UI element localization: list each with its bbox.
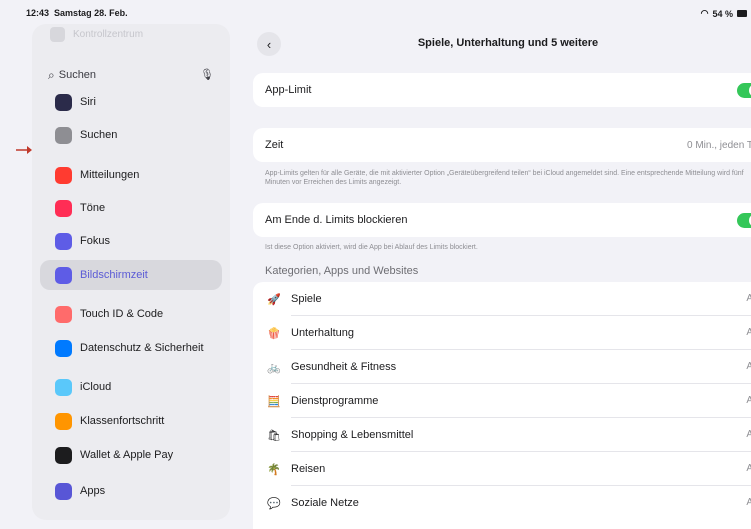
category-name: Dienstprogramme — [291, 395, 379, 407]
sidebar-item-label: Mitteilungen — [80, 169, 140, 181]
hand-icon — [55, 339, 72, 357]
status-right: ◠ 54 % — [701, 8, 747, 19]
category-name: Gesundheit & Fitness — [291, 361, 397, 373]
sidebar-item-label: Wallet & Apple Pay — [80, 449, 174, 461]
status-time: 12:43 Samstag 28. Feb. — [26, 8, 128, 18]
battery-percent: 54 % — [712, 8, 733, 19]
battery-icon — [737, 10, 747, 17]
notifications-icon — [55, 166, 72, 184]
category-row[interactable]: 🌴 Reisen Alle — [253, 452, 751, 486]
sidebar-item-icloud[interactable]: iCloud — [40, 372, 222, 402]
sidebar-item-kontrollzentrum[interactable]: Kontrollzentrum — [50, 27, 143, 42]
wifi-icon: ◠ — [700, 8, 709, 18]
sidebar-item-label: Siri — [80, 96, 96, 108]
sound-icon — [55, 199, 72, 217]
sidebar-item-wallet-apple-pay[interactable]: Wallet & Apple Pay — [40, 440, 222, 470]
block-toggle[interactable] — [737, 212, 751, 228]
sidebar-item-label: Suchen — [80, 129, 118, 141]
sidebar-item-fokus[interactable]: Fokus — [40, 226, 222, 256]
ipad-screen: 12:43 Samstag 28. Feb. ◠ 54 % Kontrollze… — [16, 0, 751, 529]
wallet-icon — [55, 446, 72, 464]
category-value: Alle — [746, 361, 751, 372]
cloud-icon — [55, 378, 72, 396]
category-row[interactable]: 🧮 Dienstprogramme Alle — [253, 384, 751, 418]
category-name: Reisen — [291, 463, 326, 475]
sidebar-item-label: Töne — [80, 202, 106, 214]
category-row[interactable]: 🚲 Gesundheit & Fitness Alle — [253, 350, 751, 384]
time-note: App-Limits gelten für alle Geräte, die m… — [265, 170, 744, 186]
sidebar-item-label: Touch ID & Code — [80, 308, 164, 320]
sidebar-item-mitteilungen[interactable]: Mitteilungen — [40, 160, 222, 190]
block-note: Ist diese Option aktiviert, wird die App… — [265, 244, 478, 251]
pointer-arrow-icon — [16, 146, 32, 154]
sidebar-item-label: Klassenfortschritt — [80, 415, 165, 427]
moon-icon — [55, 232, 72, 250]
sidebar-item-datenschutz-sicherheit[interactable]: Datenschutz & Sicherheit — [40, 333, 222, 363]
sidebar-item-label: Fokus — [80, 235, 110, 247]
block-card: Am Ende d. Limits blockieren — [253, 203, 751, 237]
microphone-icon[interactable]: 🎙 — [200, 68, 214, 81]
status-bar: 12:43 Samstag 28. Feb. ◠ 54 % — [16, 0, 751, 22]
search-input[interactable]: Suchen — [59, 69, 96, 81]
page-title: Spiele, Unterhaltung und 5 weitere — [417, 37, 599, 49]
shopping-bag-icon: 🛍 — [267, 429, 281, 442]
time-row[interactable]: Zeit 0 Min., jeden Tag — [253, 128, 751, 162]
category-value: Alle — [746, 497, 751, 508]
sidebar-item-siri[interactable]: Siri — [40, 87, 222, 117]
category-value: Alle — [746, 327, 751, 338]
status-date: Samstag 28. Feb. — [54, 8, 128, 18]
siri-icon — [55, 93, 72, 111]
sidebar-item-suchen[interactable]: Suchen — [40, 120, 222, 150]
sidebar-item-bildschirmzeit[interactable]: Bildschirmzeit — [40, 260, 222, 290]
settings-sidebar: Kontrollzentrum ⌕ Suchen 🎙 Siri Suchen Mit… — [32, 24, 230, 520]
sidebar-item-label: Bildschirmzeit — [80, 269, 148, 281]
sidebar-item-klassenfortschritt[interactable]: Klassenfortschritt — [40, 406, 222, 436]
sidebar-search-field[interactable]: ⌕ Suchen 🎙 — [40, 64, 222, 86]
bicycle-icon: 🚲 — [267, 361, 281, 374]
app-limit-card: App-Limit — [253, 73, 751, 107]
block-row: Am Ende d. Limits blockieren — [253, 203, 751, 237]
category-name: Spiele — [291, 293, 322, 305]
hourglass-icon — [55, 266, 72, 284]
sidebar-item-touch-id-code[interactable]: Touch ID & Code — [40, 299, 222, 329]
fingerprint-icon — [55, 305, 72, 323]
block-label: Am Ende d. Limits blockieren — [265, 214, 408, 226]
sidebar-item-label: Apps — [80, 485, 106, 497]
calculator-icon: 🧮 — [267, 395, 281, 408]
app-limit-toggle[interactable] — [737, 82, 751, 98]
time-label: Zeit — [265, 139, 284, 151]
sidebar-item-töne[interactable]: Töne — [40, 193, 222, 223]
category-value: Alle — [746, 395, 751, 406]
sidebar-item-apps[interactable]: Apps — [40, 476, 222, 506]
app-limit-row: App-Limit — [253, 73, 751, 107]
time-card: Zeit 0 Min., jeden Tag — [253, 128, 751, 162]
chat-bubble-icon: 💬 — [267, 497, 281, 510]
popcorn-icon: 🍿 — [267, 327, 281, 340]
category-name: Shopping & Lebensmittel — [291, 429, 414, 441]
section-title: Kategorien, Apps und Websites — [265, 265, 419, 277]
category-name: Soziale Netze — [291, 497, 359, 509]
control-center-icon — [50, 27, 65, 42]
category-value: Alle — [746, 293, 751, 304]
category-value: Alle — [746, 429, 751, 440]
apps-icon — [55, 482, 72, 500]
app-limit-label: App-Limit — [265, 84, 312, 96]
sidebar-item-label: Datenschutz & Sicherheit — [80, 342, 204, 354]
palm-tree-icon: 🌴 — [267, 463, 281, 476]
category-value: Alle — [746, 463, 751, 474]
rocket-icon: 🚀 — [267, 293, 281, 306]
search-icon: ⌕ — [48, 67, 55, 82]
category-row[interactable]: 🚀 Spiele Alle — [253, 282, 751, 316]
time-value: 0 Min., jeden Tag — [687, 139, 751, 151]
progress-icon — [55, 412, 72, 430]
category-name: Unterhaltung — [291, 327, 354, 339]
category-row[interactable]: 💬 Soziale Netze Alle — [253, 486, 751, 520]
sidebar-item-label: iCloud — [80, 381, 112, 393]
categories-card: 🚀 Spiele Alle 🍿 Unterhaltung Alle 🚲 Gesundheit … — [253, 282, 751, 529]
detail-pane: ‹ Spiele, Unterhaltung und 5 weitere App… — [249, 22, 751, 529]
search-icon — [55, 126, 72, 144]
category-row[interactable]: 🍿 Unterhaltung Alle — [253, 316, 751, 350]
category-row[interactable]: 🛍 Shopping & Lebensmittel Alle — [253, 418, 751, 452]
